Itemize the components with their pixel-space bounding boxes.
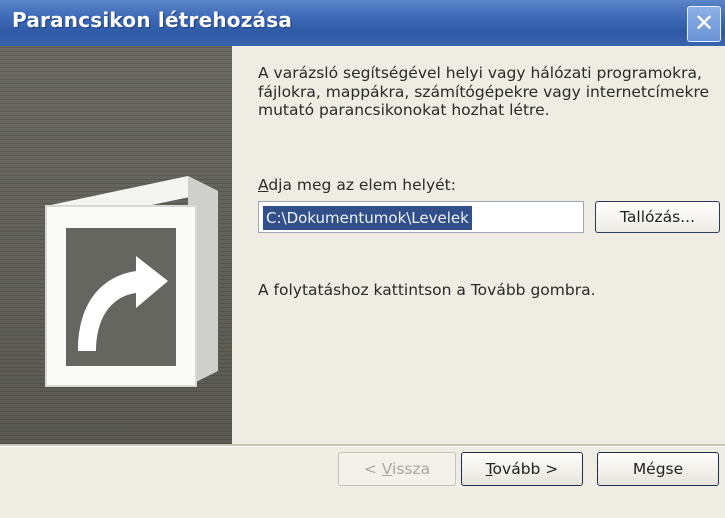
location-label: Adja meg az elem helyét: bbox=[258, 176, 456, 194]
cancel-button[interactable]: Mégse bbox=[597, 452, 719, 486]
next-button[interactable]: Tovább > bbox=[461, 452, 583, 486]
close-button[interactable]: ✕ bbox=[687, 6, 721, 42]
intro-text: A varázsló segítségével helyi vagy hálóz… bbox=[258, 64, 710, 119]
back-button[interactable]: < Vissza bbox=[338, 452, 456, 486]
shortcut-wizard-window: Parancsikon létrehozása ✕ A varázsló seg… bbox=[0, 0, 725, 518]
wizard-content: A varázsló segítségével helyi vagy hálóz… bbox=[232, 46, 725, 444]
close-icon: ✕ bbox=[693, 9, 715, 37]
browse-button[interactable]: Tallózás... bbox=[595, 201, 720, 233]
location-input[interactable]: C:\Dokumentumok\Levelek bbox=[258, 201, 584, 233]
hint-text: A folytatáshoz kattintson a Tovább gombr… bbox=[258, 281, 596, 299]
wizard-side-panel bbox=[0, 46, 232, 444]
window-title: Parancsikon létrehozása bbox=[12, 8, 293, 32]
location-value: C:\Dokumentumok\Levelek bbox=[263, 206, 472, 230]
title-bar[interactable]: Parancsikon létrehozása ✕ bbox=[0, 0, 725, 46]
shortcut-arrow-icon bbox=[45, 176, 218, 387]
